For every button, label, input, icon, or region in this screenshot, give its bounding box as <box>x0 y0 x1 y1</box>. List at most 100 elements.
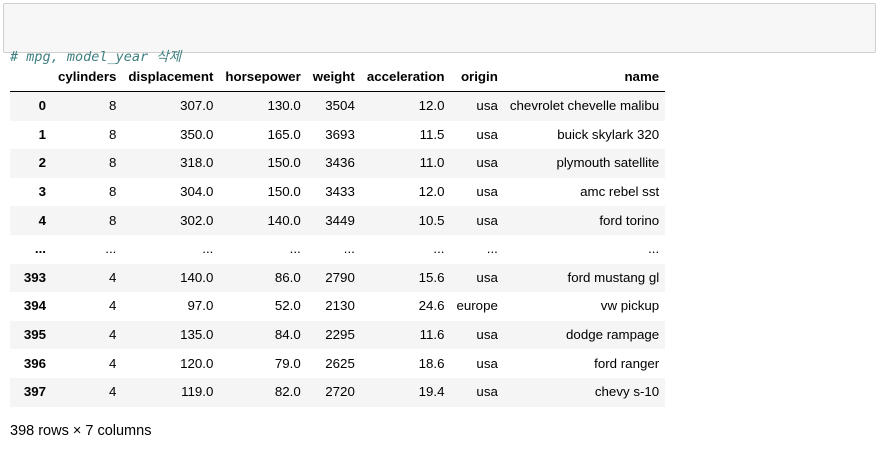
cell-acceleration: 19.4 <box>418 384 445 400</box>
cell-horsepower: 86.0 <box>274 269 301 285</box>
table-header-row: cylinders displacement horsepower weight acc… <box>10 62 666 92</box>
cell-weight: 3504 <box>325 98 355 114</box>
cell-acceleration: 12.0 <box>418 98 445 114</box>
cell-origin: usa <box>476 184 498 200</box>
row-index: 397 <box>23 384 46 400</box>
cell-weight: 3693 <box>325 126 355 142</box>
cell-name: ford mustang gl <box>567 269 660 285</box>
cell-origin: usa <box>476 327 498 343</box>
cell-acceleration: 11.6 <box>419 327 445 343</box>
cell-cylinders: 8 <box>108 98 117 114</box>
row-index: 0 <box>38 98 46 114</box>
cell-weight: 2130 <box>325 298 355 314</box>
cell-cylinders: 8 <box>108 126 117 142</box>
cell-horsepower: 165.0 <box>267 126 301 142</box>
cell-horsepower: 82.0 <box>274 384 301 400</box>
column-header-weight: weight <box>306 62 361 92</box>
row-index: 4 <box>38 212 46 228</box>
cell-displacement: 307.0 <box>180 98 214 114</box>
cell-origin: usa <box>476 212 498 228</box>
table-row: 2 8 318.0 150.0 3436 11.0 usa plymouth satellit… <box>10 149 666 178</box>
cell-origin: usa <box>476 126 498 142</box>
row-index: 2 <box>38 155 46 171</box>
cell-horsepower: 79.0 <box>274 355 301 371</box>
cell-cylinders: 4 <box>108 327 117 343</box>
cell-acceleration: 12.0 <box>418 184 445 200</box>
cell-horsepower: 130.0 <box>267 98 301 114</box>
table-row: 1 8 350.0 165.0 3693 11.5 usa buick skylark 320 <box>10 120 666 150</box>
row-index: 393 <box>23 269 46 285</box>
table-row: 395 4 135.0 84.0 2295 11.6 usa dodge rampage <box>10 320 666 350</box>
cell-displacement: 302.0 <box>180 212 214 228</box>
cell-weight: 3449 <box>325 212 355 228</box>
cell-displacement: ... <box>202 241 214 257</box>
column-header-origin: origin <box>450 62 504 92</box>
column-header-displacement: displacement <box>122 62 220 92</box>
cell-cylinders: 4 <box>108 355 117 371</box>
table-row: 396 4 120.0 79.0 2625 18.6 usa ford ranger <box>10 349 666 378</box>
cell-displacement: 318.0 <box>180 155 214 171</box>
cell-cylinders: ... <box>105 241 117 257</box>
column-header-name: name <box>503 62 666 92</box>
cell-origin: usa <box>476 355 498 371</box>
dataframe-output: cylinders displacement horsepower weight acc… <box>10 62 666 407</box>
cell-acceleration: 15.6 <box>418 269 445 285</box>
cell-origin: usa <box>476 269 498 285</box>
cell-acceleration: 10.5 <box>418 212 445 228</box>
cell-acceleration: 24.6 <box>418 298 445 314</box>
row-index: 394 <box>23 298 46 314</box>
dataframe-table: cylinders displacement horsepower weight acc… <box>10 62 666 407</box>
cell-acceleration: 11.5 <box>419 126 445 142</box>
cell-name: chevy s-10 <box>594 384 660 400</box>
cell-horsepower: 150.0 <box>267 155 301 171</box>
cell-origin: usa <box>476 155 498 171</box>
cell-name: buick skylark 320 <box>557 126 660 142</box>
cell-name: ... <box>648 241 660 257</box>
cell-origin: usa <box>476 98 498 114</box>
cell-origin: europe <box>456 298 498 314</box>
cell-cylinders: 4 <box>108 269 117 285</box>
cell-displacement: 304.0 <box>180 184 214 200</box>
cell-displacement: 140.0 <box>180 269 214 285</box>
table-row: 397 4 119.0 82.0 2720 19.4 usa chevy s-10 <box>10 377 666 407</box>
table-row: 393 4 140.0 86.0 2790 15.6 usa ford mustang gl <box>10 263 666 293</box>
cell-weight: 2625 <box>325 355 355 371</box>
cell-weight: 3436 <box>325 155 355 171</box>
table-row: 0 8 307.0 130.0 3504 12.0 usa chevrolet chevell… <box>10 91 666 121</box>
index-header <box>10 62 52 92</box>
dataframe-dimensions: 398 rows × 7 columns <box>10 423 152 439</box>
cell-acceleration: 18.6 <box>418 355 445 371</box>
table-row: 4 8 302.0 140.0 3449 10.5 usa ford torino <box>10 206 666 235</box>
cell-displacement: 97.0 <box>187 298 214 314</box>
cell-origin: usa <box>476 384 498 400</box>
cell-weight: 3433 <box>325 184 355 200</box>
cell-name: vw pickup <box>600 298 660 314</box>
row-index: ... <box>34 241 46 257</box>
cell-name: dodge rampage <box>566 327 660 343</box>
table-row: 394 4 97.0 52.0 2130 24.6 europe vw pickup <box>10 292 666 321</box>
cell-displacement: 135.0 <box>180 327 214 343</box>
cell-displacement: 120.0 <box>180 355 214 371</box>
cell-name: chevrolet chevelle malibu <box>509 98 660 114</box>
row-index: 396 <box>23 355 46 371</box>
cell-cylinders: 8 <box>108 155 117 171</box>
cell-origin: ... <box>486 241 498 257</box>
column-header-acceleration: acceleration <box>360 62 451 92</box>
ellipsis-row: ........................ <box>10 234 666 264</box>
cell-weight: ... <box>343 241 355 257</box>
cell-weight: 2720 <box>325 384 355 400</box>
cell-acceleration: 11.0 <box>419 155 445 171</box>
cell-horsepower: ... <box>289 241 301 257</box>
cell-horsepower: 150.0 <box>267 184 301 200</box>
row-index: 1 <box>38 126 46 142</box>
row-index: 395 <box>23 327 46 343</box>
table-header: cylinders displacement horsepower weight acc… <box>10 62 666 92</box>
column-header-horsepower: horsepower <box>219 62 307 92</box>
cell-name: ford torino <box>599 212 660 228</box>
cell-horsepower: 52.0 <box>274 298 301 314</box>
cell-cylinders: 4 <box>108 384 117 400</box>
cell-name: amc rebel sst <box>580 184 660 200</box>
cell-acceleration: ... <box>433 241 445 257</box>
code-input-cell[interactable]: # mpg, model_year 삭제 mpg_df.drop(columns… <box>3 3 876 122</box>
cell-name: plymouth satellite <box>556 155 660 171</box>
